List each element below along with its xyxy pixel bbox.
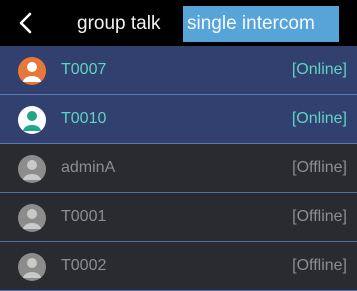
contact-row-admina[interactable]: adminA [Offline] xyxy=(0,144,357,193)
user-avatar-icon xyxy=(18,253,46,281)
tab-single-intercom[interactable]: single intercom xyxy=(183,6,339,42)
user-avatar-icon xyxy=(18,155,46,183)
contact-status: [Offline] xyxy=(292,208,347,225)
contact-status: [Offline] xyxy=(292,257,347,274)
contact-name: adminA xyxy=(61,159,116,176)
contact-name: T0001 xyxy=(61,208,107,225)
contact-status: [Offline] xyxy=(292,159,347,176)
contact-row-t0007[interactable]: T0007 [Online] xyxy=(0,46,357,95)
contact-row-t0001[interactable]: T0001 [Offline] xyxy=(0,193,357,242)
contact-list: T0007 [Online] T0010 [Online] adminA [Of… xyxy=(0,46,357,291)
top-bar: group talk single intercom xyxy=(0,0,357,46)
user-avatar-icon xyxy=(18,204,46,232)
contact-row-t0002[interactable]: T0002 [Offline] xyxy=(0,242,357,291)
contact-name: T0007 xyxy=(61,61,107,78)
back-button[interactable] xyxy=(14,11,38,35)
user-avatar-icon xyxy=(18,106,46,134)
contact-name: T0010 xyxy=(61,110,107,127)
contact-row-t0010[interactable]: T0010 [Online] xyxy=(0,95,357,144)
user-avatar-icon xyxy=(18,57,46,85)
tab-group-talk[interactable]: group talk xyxy=(77,6,160,42)
contact-status: [Online] xyxy=(291,110,347,127)
contact-name: T0002 xyxy=(61,257,107,274)
contact-status: [Online] xyxy=(291,61,347,78)
chevron-left-icon xyxy=(19,12,32,34)
